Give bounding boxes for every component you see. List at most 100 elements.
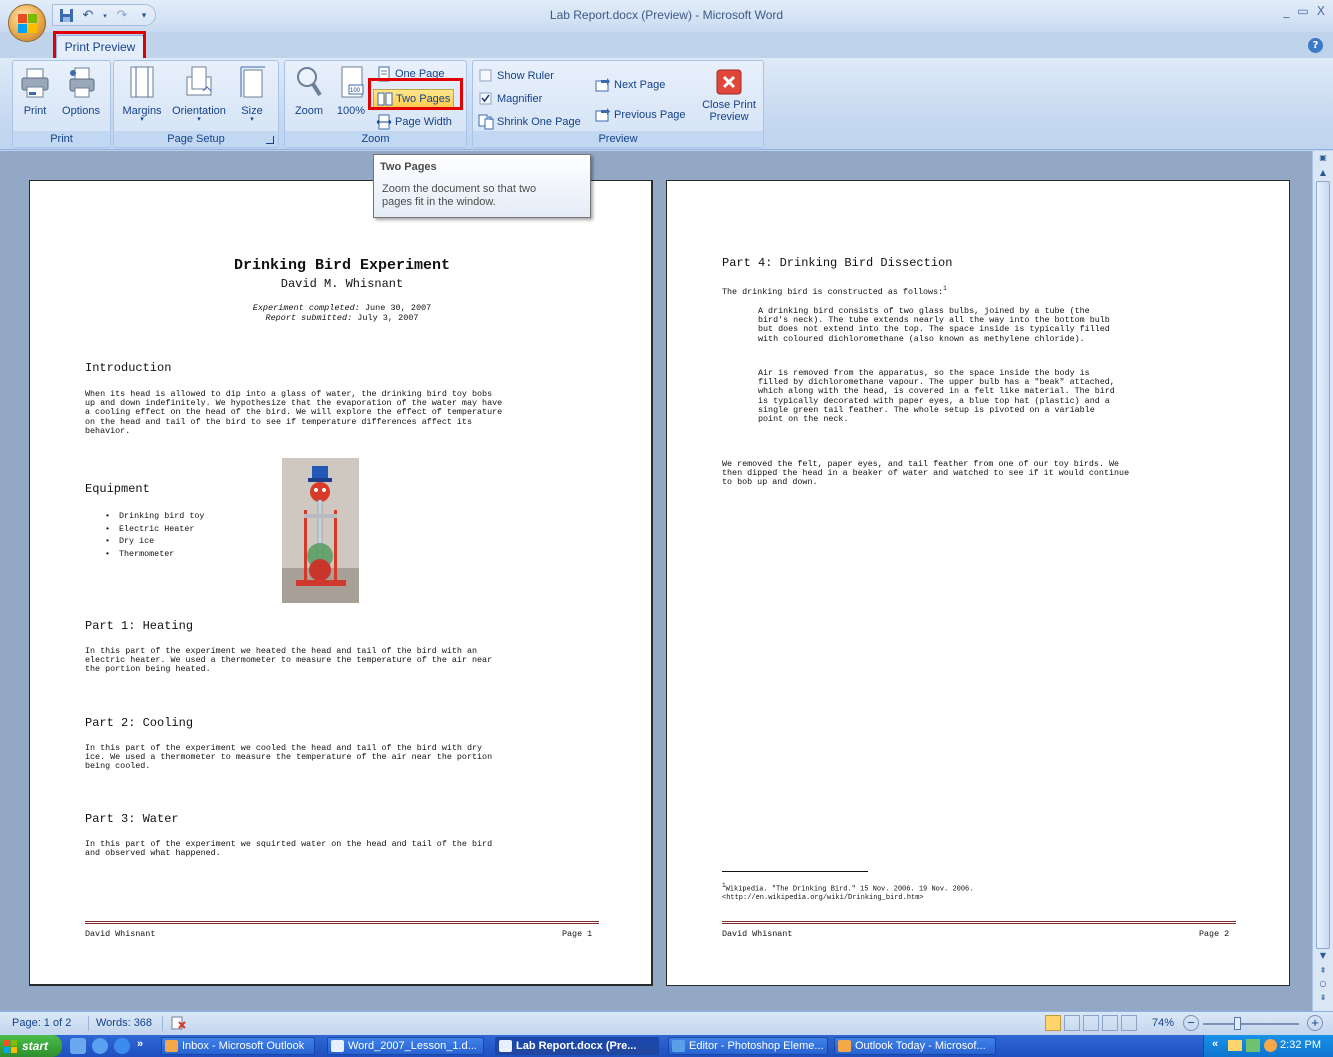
- shrink-one-page-icon: [478, 114, 494, 130]
- shrink-one-page-button[interactable]: Shrink One Page: [478, 112, 581, 132]
- taskbar-item[interactable]: Word_2007_Lesson_1.d...: [327, 1037, 484, 1055]
- one-page-button[interactable]: One Page: [376, 64, 445, 84]
- experiment-completed: Experiment completed: June 30, 2007: [252, 303, 432, 313]
- equipment-item: Thermometer: [105, 548, 204, 561]
- print-options-button[interactable]: Options: [57, 65, 105, 117]
- proofing-icon[interactable]: [170, 1015, 188, 1034]
- intro-paragraph: When its head is allowed to dip into a g…: [85, 389, 503, 436]
- zoom-slider-thumb[interactable]: [1234, 1017, 1241, 1030]
- status-separator: [162, 1016, 163, 1031]
- size-dropdown-icon: ▾: [250, 116, 254, 123]
- word-count-status[interactable]: Words: 368: [96, 1017, 152, 1029]
- next-page-nav-icon[interactable]: ⇟: [1317, 993, 1329, 1003]
- previous-page-nav-icon[interactable]: ⇞: [1317, 966, 1329, 976]
- taskbar-item[interactable]: Editor - Photoshop Eleme...: [668, 1037, 828, 1055]
- two-pages-tooltip: Two Pages Zoom the document so that two …: [373, 154, 591, 218]
- web-layout-icon[interactable]: [1083, 1015, 1099, 1031]
- magnifier-check-icon: [478, 91, 494, 107]
- minimize-button[interactable]: _: [1283, 4, 1289, 18]
- taskbar-item-active[interactable]: Lab Report.docx (Pre...: [495, 1037, 659, 1055]
- group-print-label: Print: [13, 131, 110, 147]
- notification-icon[interactable]: [1264, 1039, 1277, 1052]
- hundred-percent-icon: 100: [335, 65, 367, 99]
- close-print-preview-button[interactable]: Close Print Preview: [698, 69, 760, 123]
- close-print-label-2: Preview: [709, 111, 749, 123]
- scrollbar-thumb[interactable]: [1316, 181, 1330, 949]
- magnifier-checkbox[interactable]: Magnifier: [478, 89, 542, 109]
- print-button[interactable]: Print: [17, 65, 53, 117]
- word-doc-icon: [331, 1040, 344, 1052]
- group-page-setup: Margins ▾ Orientation ▾ Size ▾ Page Setu…: [113, 60, 279, 148]
- close-red-x-icon: [716, 69, 742, 95]
- scroll-down-icon[interactable]: ▼: [1317, 951, 1329, 961]
- scroll-up-icon[interactable]: ▲: [1317, 168, 1329, 178]
- page-count-status[interactable]: Page: 1 of 2: [12, 1017, 71, 1029]
- tab-print-preview[interactable]: Print Preview: [56, 35, 144, 59]
- shrink-one-page-label: Shrink One Page: [497, 116, 581, 128]
- part4-lead: The drinking bird is constructed as foll…: [722, 285, 947, 297]
- quick-launch-ie-icon[interactable]: [114, 1038, 130, 1054]
- drinking-bird-photo: [282, 458, 359, 603]
- print-layout-view-icon[interactable]: [1045, 1015, 1061, 1031]
- size-button[interactable]: Size ▾: [234, 65, 270, 123]
- previous-page-button[interactable]: Previous Page: [595, 105, 686, 125]
- document-title: Drinking Bird Experiment: [233, 257, 451, 274]
- browse-object-icon[interactable]: ○: [1317, 979, 1329, 989]
- help-icon[interactable]: ?: [1308, 38, 1323, 53]
- page-1[interactable]: Drinking Bird Experiment David M. Whisna…: [29, 180, 653, 986]
- orientation-button[interactable]: Orientation ▾: [167, 65, 231, 123]
- tooltip-title: Two Pages: [380, 161, 437, 173]
- outline-view-icon[interactable]: [1102, 1015, 1118, 1031]
- taskbar-item[interactable]: Outlook Today - Microsof...: [834, 1037, 996, 1055]
- next-page-label: Next Page: [614, 79, 666, 91]
- zoom-level[interactable]: 74%: [1152, 1017, 1174, 1029]
- magnifying-glass-icon: [293, 65, 325, 99]
- mail-icon[interactable]: [1228, 1040, 1242, 1051]
- ruler-toggle-icon[interactable]: ▣: [1317, 153, 1329, 163]
- zoom-slider-track[interactable]: [1203, 1023, 1299, 1025]
- zoom-100-button[interactable]: 100 100%: [334, 65, 368, 117]
- show-ruler-checkbox[interactable]: Show Ruler: [478, 66, 554, 86]
- equipment-list: Drinking bird toy Electric Heater Dry ic…: [105, 510, 204, 560]
- part2-heading: Part 2: Cooling: [85, 716, 194, 730]
- zoom-in-icon[interactable]: +: [1307, 1015, 1323, 1031]
- view-buttons: [1045, 1015, 1137, 1031]
- equipment-item: Electric Heater: [105, 523, 204, 536]
- quick-launch-more-icon[interactable]: »: [137, 1038, 143, 1050]
- office-button[interactable]: [8, 4, 46, 42]
- draft-view-icon[interactable]: [1121, 1015, 1137, 1031]
- margins-button[interactable]: Margins ▾: [119, 65, 165, 123]
- page-width-button[interactable]: Page Width: [376, 112, 452, 132]
- orientation-icon: [183, 65, 215, 99]
- clock: 2:32 PM: [1280, 1039, 1321, 1051]
- taskbar-item[interactable]: Inbox - Microsoft Outlook: [161, 1037, 315, 1055]
- hundred-label: 100%: [336, 105, 366, 117]
- equipment-heading: Equipment: [85, 482, 150, 496]
- start-label: start: [22, 1039, 49, 1053]
- status-separator: [88, 1016, 89, 1031]
- equipment-item: Drinking bird toy: [105, 510, 204, 523]
- quick-launch-desktop-icon[interactable]: [70, 1038, 86, 1054]
- restore-button[interactable]: ▭: [1297, 4, 1308, 18]
- outlook-tray-icon[interactable]: [1246, 1039, 1260, 1052]
- ribbon: Print Options Print Margins ▾ Orientatio…: [0, 58, 1333, 150]
- page-width-icon: [376, 114, 392, 130]
- word-doc-icon: [499, 1040, 512, 1052]
- page-setup-dialog-launcher-icon[interactable]: [266, 136, 274, 144]
- full-screen-reading-icon[interactable]: [1064, 1015, 1080, 1031]
- vertical-scrollbar[interactable]: ▣ ▲ ▼ ⇞ ○ ⇟: [1312, 151, 1333, 1011]
- tray-expand-icon[interactable]: «: [1212, 1038, 1218, 1050]
- two-pages-icon: [377, 91, 393, 107]
- close-window-button[interactable]: X: [1317, 4, 1325, 18]
- page-width-label: Page Width: [395, 116, 452, 128]
- equipment-item: Dry ice: [105, 535, 204, 548]
- zoom-button[interactable]: Zoom: [290, 65, 328, 117]
- two-pages-button[interactable]: Two Pages: [373, 89, 455, 109]
- start-button[interactable]: start: [0, 1035, 62, 1057]
- footer-author: David Whisnant: [722, 929, 793, 939]
- zoom-out-icon[interactable]: −: [1183, 1015, 1199, 1031]
- quick-launch-messenger-icon[interactable]: [92, 1038, 108, 1054]
- report-submitted: Report submitted: July 3, 2007: [265, 313, 419, 323]
- page-2[interactable]: Part 4: Drinking Bird Dissection The dri…: [666, 180, 1290, 986]
- next-page-button[interactable]: Next Page: [595, 75, 665, 95]
